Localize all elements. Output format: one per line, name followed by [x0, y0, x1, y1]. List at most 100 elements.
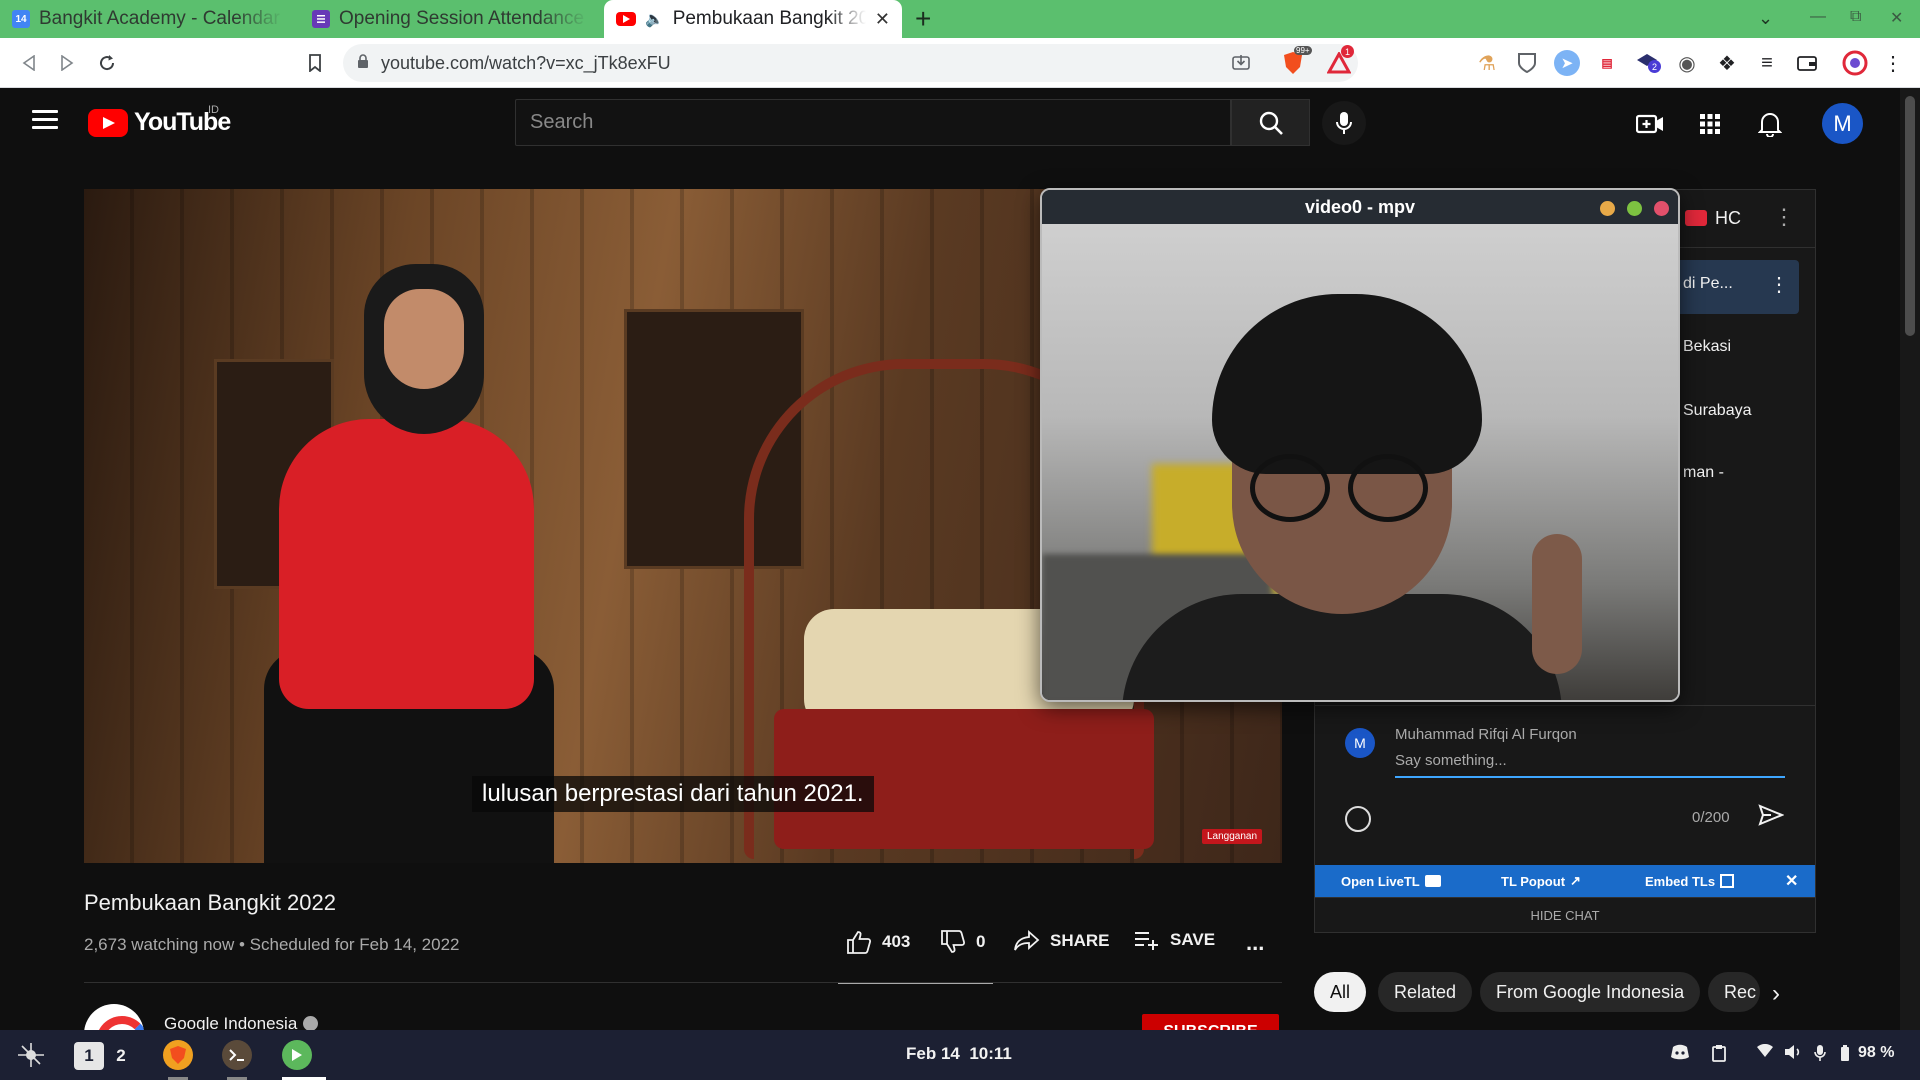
- presenter-shirt: [279, 419, 534, 709]
- chip-recent[interactable]: Rec: [1708, 972, 1760, 1012]
- browser-menu-icon[interactable]: ⋮: [1880, 50, 1906, 76]
- embed-tls-button[interactable]: Embed TLs: [1645, 874, 1735, 889]
- layers-extension-icon[interactable]: 2: [1634, 50, 1661, 76]
- microphone-tray-icon[interactable]: [1814, 1044, 1826, 1067]
- rewards-count-badge: 1: [1341, 45, 1354, 58]
- youtube-play-logo-icon: [88, 108, 128, 137]
- more-actions-icon[interactable]: ...: [1246, 930, 1264, 956]
- panel-clock[interactable]: Feb 14 10:11: [906, 1044, 1012, 1064]
- wallet-icon[interactable]: [1794, 50, 1820, 76]
- chip-all[interactable]: All: [1314, 972, 1367, 1012]
- search-input[interactable]: Search: [515, 99, 1231, 146]
- save-button[interactable]: SAVE: [1134, 930, 1215, 950]
- media-queue-icon[interactable]: ≡: [1754, 50, 1780, 76]
- mpv-maximize-icon[interactable]: [1627, 201, 1642, 216]
- chips-next-chevron-icon[interactable]: ›: [1772, 980, 1780, 1008]
- pinned-message-text: di Pe...: [1683, 275, 1733, 292]
- page-scrollbar[interactable]: [1900, 88, 1920, 1030]
- account-avatar[interactable]: M: [1822, 103, 1863, 144]
- page-scrollbar-thumb[interactable]: [1905, 96, 1915, 336]
- tl-popout-label: TL Popout: [1501, 873, 1566, 889]
- close-livetl-icon[interactable]: ✕: [1785, 871, 1798, 891]
- share-label: SHARE: [1050, 931, 1110, 950]
- thumbs-up-icon: [847, 931, 872, 954]
- extensions-puzzle-icon[interactable]: ❖: [1714, 50, 1740, 76]
- new-tab-button[interactable]: +: [915, 2, 931, 36]
- search-icon: [1259, 111, 1283, 135]
- volume-icon[interactable]: [1784, 1044, 1802, 1065]
- tab-calendar[interactable]: 14 Bangkit Academy - Calendar -: [0, 0, 296, 38]
- brave-shields-icon[interactable]: 99+: [1280, 46, 1312, 76]
- tab-youtube-active[interactable]: 🔈 Pembukaan Bangkit 2022 ✕: [604, 0, 902, 38]
- share-arrow-icon: [1014, 930, 1040, 951]
- install-app-icon[interactable]: [1231, 53, 1251, 78]
- video-meta: 2,673 watching now • Scheduled for Feb 1…: [84, 935, 460, 954]
- mpv-minimize-icon[interactable]: [1600, 201, 1615, 216]
- verified-check-icon: [303, 1016, 319, 1031]
- terminal-app-icon[interactable]: [222, 1040, 252, 1070]
- translate-extension-icon[interactable]: ▤: [1594, 50, 1620, 76]
- compass-extension-icon[interactable]: ➤: [1554, 50, 1580, 76]
- pinned-menu-icon[interactable]: ⋮: [1769, 272, 1789, 297]
- battery-icon[interactable]: [1840, 1044, 1850, 1067]
- tab-attendance-form[interactable]: Opening Session Attendance F: [300, 0, 600, 38]
- chat-composer: M Muhammad Rifqi Al Furqon Say something…: [1315, 705, 1815, 855]
- char-counter: 0/200: [1692, 809, 1730, 826]
- profile-swirl-icon[interactable]: [1842, 50, 1868, 76]
- brave-rewards-icon[interactable]: 1: [1326, 45, 1354, 76]
- minimize-window-icon[interactable]: —: [1810, 8, 1826, 26]
- audio-playing-icon[interactable]: 🔈: [645, 10, 664, 28]
- discord-tray-icon[interactable]: [1670, 1044, 1690, 1065]
- activities-icon[interactable]: [16, 1042, 46, 1073]
- brave-browser-icon[interactable]: [163, 1040, 193, 1070]
- chip-related[interactable]: Related: [1378, 972, 1473, 1012]
- open-livetl-button[interactable]: Open LiveTL: [1341, 874, 1441, 889]
- chat-header-hc[interactable]: HC: [1715, 208, 1741, 229]
- chat-menu-icon[interactable]: ⋮: [1773, 204, 1795, 230]
- tab-title: Opening Session Attendance F: [339, 8, 588, 29]
- mpv-titlebar[interactable]: video0 - mpv: [1042, 190, 1678, 224]
- workspace-2[interactable]: 2: [106, 1042, 136, 1070]
- microphone-icon: [1336, 112, 1352, 134]
- share-button[interactable]: SHARE: [1014, 930, 1110, 952]
- forward-icon[interactable]: [52, 48, 82, 78]
- workspace-1[interactable]: 1: [74, 1042, 104, 1070]
- tab-search-chevron-icon[interactable]: ⌄: [1758, 8, 1773, 29]
- chip-from-google-indonesia[interactable]: From Google Indonesia: [1480, 972, 1701, 1012]
- calendar-favicon-icon: 14: [12, 10, 30, 28]
- forms-favicon-icon: [312, 10, 330, 28]
- thumbs-down-icon: [941, 930, 966, 953]
- like-button[interactable]: 403: [846, 930, 910, 954]
- media-player-icon[interactable]: [282, 1040, 312, 1070]
- like-count: 403: [882, 932, 911, 951]
- lock-icon[interactable]: [357, 53, 369, 73]
- tl-popout-button[interactable]: TL Popout ↗: [1501, 873, 1581, 889]
- livetl-badge-icon[interactable]: [1685, 210, 1707, 226]
- search-button[interactable]: [1231, 99, 1310, 146]
- back-icon[interactable]: [14, 48, 44, 78]
- restore-window-icon[interactable]: ⧉: [1850, 8, 1861, 26]
- address-bar[interactable]: youtube.com/watch?v=xc_jTk8exFU: [343, 44, 1358, 82]
- hide-chat-button[interactable]: HIDE CHAT: [1315, 897, 1815, 933]
- apple-extension-icon[interactable]: ◉: [1674, 50, 1700, 76]
- keyboard-extension-icon[interactable]: ⚗: [1474, 50, 1500, 76]
- apps-grid-icon[interactable]: [1696, 110, 1724, 138]
- create-video-icon[interactable]: [1636, 110, 1664, 138]
- clipboard-tray-icon[interactable]: [1712, 1044, 1726, 1067]
- send-message-icon[interactable]: [1758, 804, 1785, 831]
- dislike-button[interactable]: 0: [940, 930, 985, 954]
- mpv-close-icon[interactable]: [1654, 201, 1669, 216]
- guide-menu-icon[interactable]: [32, 110, 58, 130]
- notifications-bell-icon[interactable]: [1756, 110, 1784, 138]
- subscribe-watermark[interactable]: Langganan: [1202, 829, 1263, 844]
- voice-search-button[interactable]: [1322, 101, 1366, 145]
- close-tab-icon[interactable]: ✕: [875, 9, 890, 30]
- bitwarden-extension-icon[interactable]: [1514, 50, 1540, 76]
- mpv-window[interactable]: video0 - mpv: [1040, 188, 1680, 702]
- close-window-icon[interactable]: ✕: [1890, 8, 1903, 28]
- bookmark-icon[interactable]: [300, 48, 330, 78]
- emoji-picker-icon[interactable]: [1345, 806, 1371, 832]
- chat-message-input[interactable]: Say something...: [1395, 752, 1785, 778]
- reload-icon[interactable]: [92, 48, 122, 78]
- wifi-icon[interactable]: [1756, 1043, 1774, 1063]
